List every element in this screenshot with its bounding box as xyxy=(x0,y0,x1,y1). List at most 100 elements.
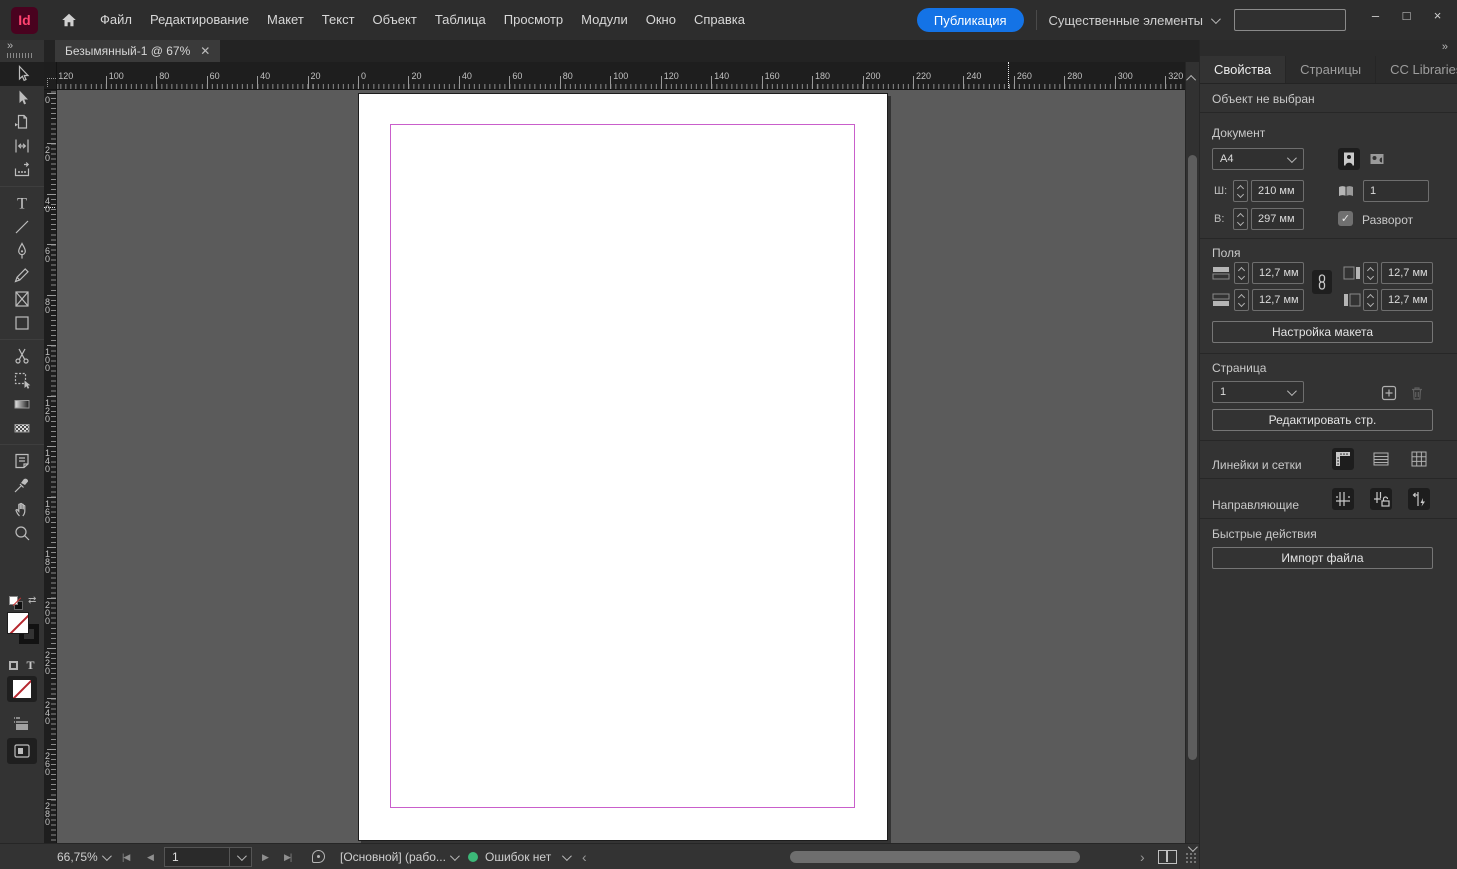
page-number-field[interactable]: 1 xyxy=(164,847,252,867)
ruler-origin-corner[interactable] xyxy=(44,62,57,90)
portrait-orientation-button[interactable] xyxy=(1338,148,1360,170)
vertical-scrollbar[interactable] xyxy=(1185,62,1199,843)
page-tool[interactable] xyxy=(0,110,44,134)
collapse-toolbar-icon[interactable]: » xyxy=(7,40,13,52)
note-tool[interactable] xyxy=(0,449,44,473)
close-button[interactable]: × xyxy=(1422,6,1453,34)
preflight-profile[interactable]: [Основной] (рабо... xyxy=(340,844,446,869)
menu-view[interactable]: Просмотр xyxy=(495,0,572,40)
right-margin-stepper[interactable] xyxy=(1363,262,1378,284)
swap-fill-stroke-icon[interactable]: ⇄ xyxy=(28,595,36,606)
formatting-affects-container-icon[interactable] xyxy=(9,661,19,670)
menu-type[interactable]: Текст xyxy=(313,0,364,40)
bottom-margin-field[interactable]: 12,7 мм xyxy=(1252,289,1304,311)
preflight-profile-dropdown[interactable] xyxy=(449,844,460,869)
adjust-layout-button[interactable]: Настройка макета xyxy=(1212,321,1433,343)
preflight-status-dropdown[interactable] xyxy=(561,844,572,869)
height-field[interactable]: 297 мм xyxy=(1251,208,1304,230)
top-margin-stepper[interactable] xyxy=(1234,262,1249,284)
line-tool[interactable] xyxy=(0,215,44,239)
eyedropper-tool[interactable] xyxy=(0,473,44,497)
document-page[interactable] xyxy=(358,93,888,841)
scissors-tool[interactable] xyxy=(0,344,44,368)
next-page-button[interactable]: ▶ xyxy=(262,844,269,869)
menu-edit[interactable]: Редактирование xyxy=(141,0,258,40)
toolbar-grip[interactable] xyxy=(7,53,33,58)
tab-properties[interactable]: Свойства xyxy=(1200,56,1287,83)
previous-page-button[interactable]: ◀ xyxy=(147,844,154,869)
lock-guides-button[interactable] xyxy=(1370,488,1392,510)
width-field[interactable]: 210 мм xyxy=(1251,180,1304,202)
menu-layout[interactable]: Макет xyxy=(258,0,313,40)
baseline-grid-button[interactable] xyxy=(1370,448,1392,470)
pencil-tool[interactable] xyxy=(0,263,44,287)
link-margins-button[interactable] xyxy=(1312,270,1332,294)
scroll-right-button[interactable]: › xyxy=(1140,844,1145,869)
landscape-orientation-button[interactable] xyxy=(1366,148,1388,170)
minimize-button[interactable]: – xyxy=(1360,6,1391,34)
menu-table[interactable]: Таблица xyxy=(426,0,495,40)
publish-button[interactable]: Публикация xyxy=(916,8,1024,32)
scroll-up-icon[interactable] xyxy=(1186,74,1197,85)
screen-mode-button[interactable] xyxy=(7,738,37,764)
home-button[interactable] xyxy=(57,8,81,32)
collapse-panel-icon[interactable]: » xyxy=(1442,41,1448,53)
pasteboard[interactable] xyxy=(57,90,1185,843)
split-layout-icon[interactable] xyxy=(1158,850,1177,864)
preflight-status[interactable]: Ошибок нет xyxy=(468,844,551,869)
selection-tool[interactable] xyxy=(0,62,44,86)
right-margin-field[interactable]: 12,7 мм xyxy=(1381,262,1433,284)
hand-tool[interactable] xyxy=(0,497,44,521)
scroll-left-button[interactable]: ‹ xyxy=(582,844,587,869)
view-options-button[interactable] xyxy=(10,714,34,737)
content-collector-tool[interactable] xyxy=(0,158,44,182)
resize-grip[interactable] xyxy=(1186,853,1197,864)
page-size-select[interactable]: A4 xyxy=(1212,148,1304,170)
zoom-level-dropdown[interactable] xyxy=(101,844,112,869)
zoom-level[interactable]: 66,75% xyxy=(57,844,98,869)
workspace-switcher[interactable]: Существенные элементы xyxy=(1049,13,1221,28)
last-page-button[interactable]: ▶| xyxy=(284,844,292,869)
preflight-menu-icon[interactable] xyxy=(312,850,325,863)
menu-object[interactable]: Объект xyxy=(364,0,426,40)
horizontal-scrollbar-thumb[interactable] xyxy=(790,851,1080,863)
search-input[interactable] xyxy=(1234,9,1346,31)
menu-file[interactable]: Файл xyxy=(91,0,141,40)
top-margin-field[interactable]: 12,7 мм xyxy=(1252,262,1304,284)
tab-close-icon[interactable]: ✕ xyxy=(200,44,210,58)
edit-page-button[interactable]: Редактировать стр. xyxy=(1212,409,1433,431)
first-page-button[interactable]: |◀ xyxy=(122,844,130,869)
frame-tool[interactable] xyxy=(0,287,44,311)
type-tool[interactable]: T xyxy=(0,191,44,215)
show-guides-button[interactable] xyxy=(1332,488,1354,510)
menu-plugins[interactable]: Модули xyxy=(572,0,637,40)
gap-tool[interactable] xyxy=(0,134,44,158)
delete-page-button[interactable] xyxy=(1406,382,1428,404)
maximize-button[interactable]: □ xyxy=(1391,6,1422,34)
menu-window[interactable]: Окно xyxy=(637,0,685,40)
pen-tool[interactable] xyxy=(0,239,44,263)
free-transform-tool[interactable] xyxy=(0,368,44,392)
fill-indicator[interactable] xyxy=(7,612,29,634)
page-dropdown[interactable] xyxy=(229,848,251,866)
formatting-affects-text-icon[interactable]: T xyxy=(26,658,34,673)
rectangle-tool[interactable] xyxy=(0,311,44,335)
tab-cc-libraries[interactable]: CC Libraries xyxy=(1376,56,1457,83)
pages-count-field[interactable]: 1 xyxy=(1363,180,1429,202)
facing-pages-checkbox[interactable]: ✓ xyxy=(1338,211,1353,226)
show-rulers-button[interactable] xyxy=(1332,448,1354,470)
menu-help[interactable]: Справка xyxy=(685,0,754,40)
width-stepper[interactable] xyxy=(1233,180,1248,202)
direct-selection-tool[interactable] xyxy=(0,86,44,110)
gradient-swatch-tool[interactable] xyxy=(0,392,44,416)
smart-guides-button[interactable] xyxy=(1408,488,1430,510)
bottom-margin-stepper[interactable] xyxy=(1234,289,1249,311)
import-file-button[interactable]: Импорт файла xyxy=(1212,547,1433,569)
zoom-tool[interactable] xyxy=(0,521,44,545)
default-fill-swatch-icon[interactable] xyxy=(9,596,18,605)
left-margin-field[interactable]: 12,7 мм xyxy=(1381,289,1433,311)
tab-pages[interactable]: Страницы xyxy=(1286,56,1377,83)
vertical-scrollbar-thumb[interactable] xyxy=(1188,155,1197,760)
document-grid-button[interactable] xyxy=(1408,448,1430,470)
document-tab[interactable]: Безымянный-1 @ 67% ✕ xyxy=(55,40,221,62)
